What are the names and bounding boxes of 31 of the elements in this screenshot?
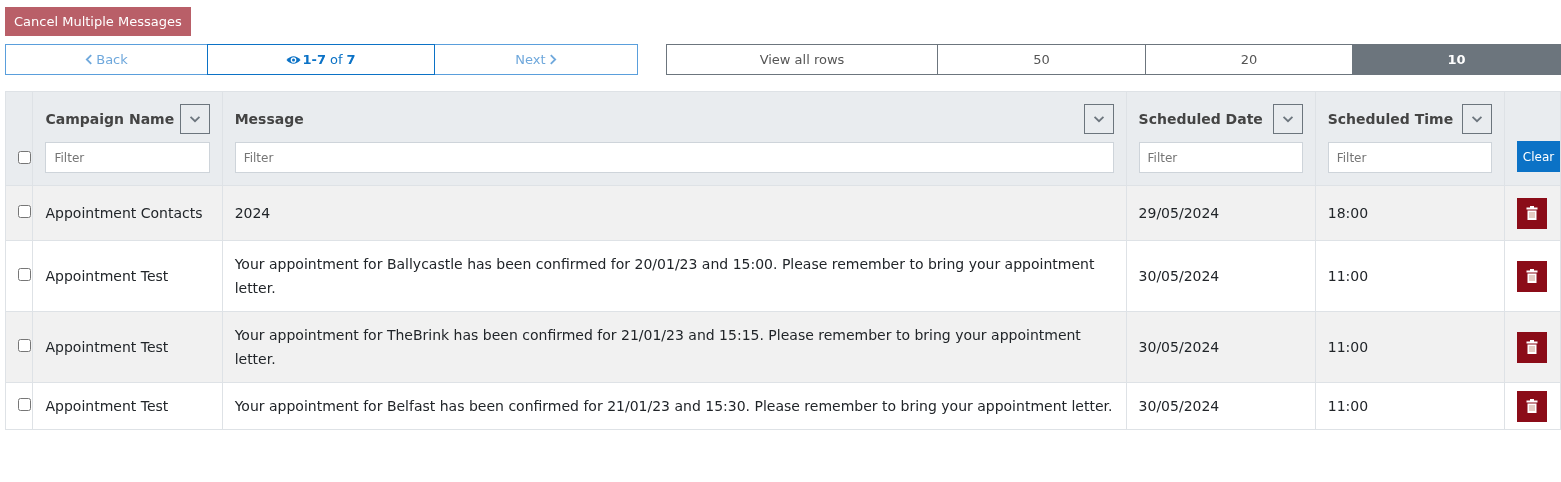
cancel-messages-button[interactable]: Cancel Multiple Messages [5,7,191,36]
table-cell: 11:00 [1327,268,1369,284]
column-header: Scheduled Date [1138,111,1263,127]
table-cell: 11:00 [1327,339,1369,355]
table-cell: 30/05/2024 [1138,339,1220,355]
page-size-button[interactable]: 50 [938,44,1146,75]
page-size-button[interactable]: View all rows [666,44,938,75]
column-header: Message [234,111,304,127]
table-cell: 30/05/2024 [1138,398,1220,414]
filter-field[interactable]: Filter [1138,142,1303,173]
filter-field[interactable]: Filter [1327,142,1492,173]
table-cell: Your appointment for Belfast has been confirmed for 21/01/23 and 15:30. Please remember to bring your appointment letter. [234,398,1113,414]
table-cell: Your appointment for TheBrink has been confirmed for 21/01/23 and 15:15. Please remember to bring your appointment letter. [234,327,1081,367]
table-cell: 29/05/2024 [1138,205,1220,221]
column-header: Scheduled Time [1327,111,1454,127]
filter-field[interactable]: Filter [45,142,210,173]
table-cell: 11:00 [1327,398,1369,414]
table-cell: Your appointment for Ballycastle has been confirmed for 20/01/23 and 15:00. Please remember to bring your appointment letter. [234,256,1095,296]
table-cell: Appointment Test [45,268,169,284]
filter-field[interactable]: Filter [234,142,1114,173]
page-range-label: 1-7 of 7 [286,52,356,67]
column-header: Campaign Name [45,111,175,127]
page-size-button[interactable]: 10 [1353,44,1561,75]
table-cell: Appointment Contacts [45,205,203,221]
clear-button[interactable]: Clear [1516,141,1561,172]
table-cell: 2024 [234,205,271,221]
table-cell: Appointment Test [45,339,169,355]
table-cell: 18:00 [1327,205,1369,221]
page-size-button[interactable]: 20 [1146,44,1353,75]
table-cell: Appointment Test [45,398,169,414]
table-cell: 30/05/2024 [1138,268,1220,284]
